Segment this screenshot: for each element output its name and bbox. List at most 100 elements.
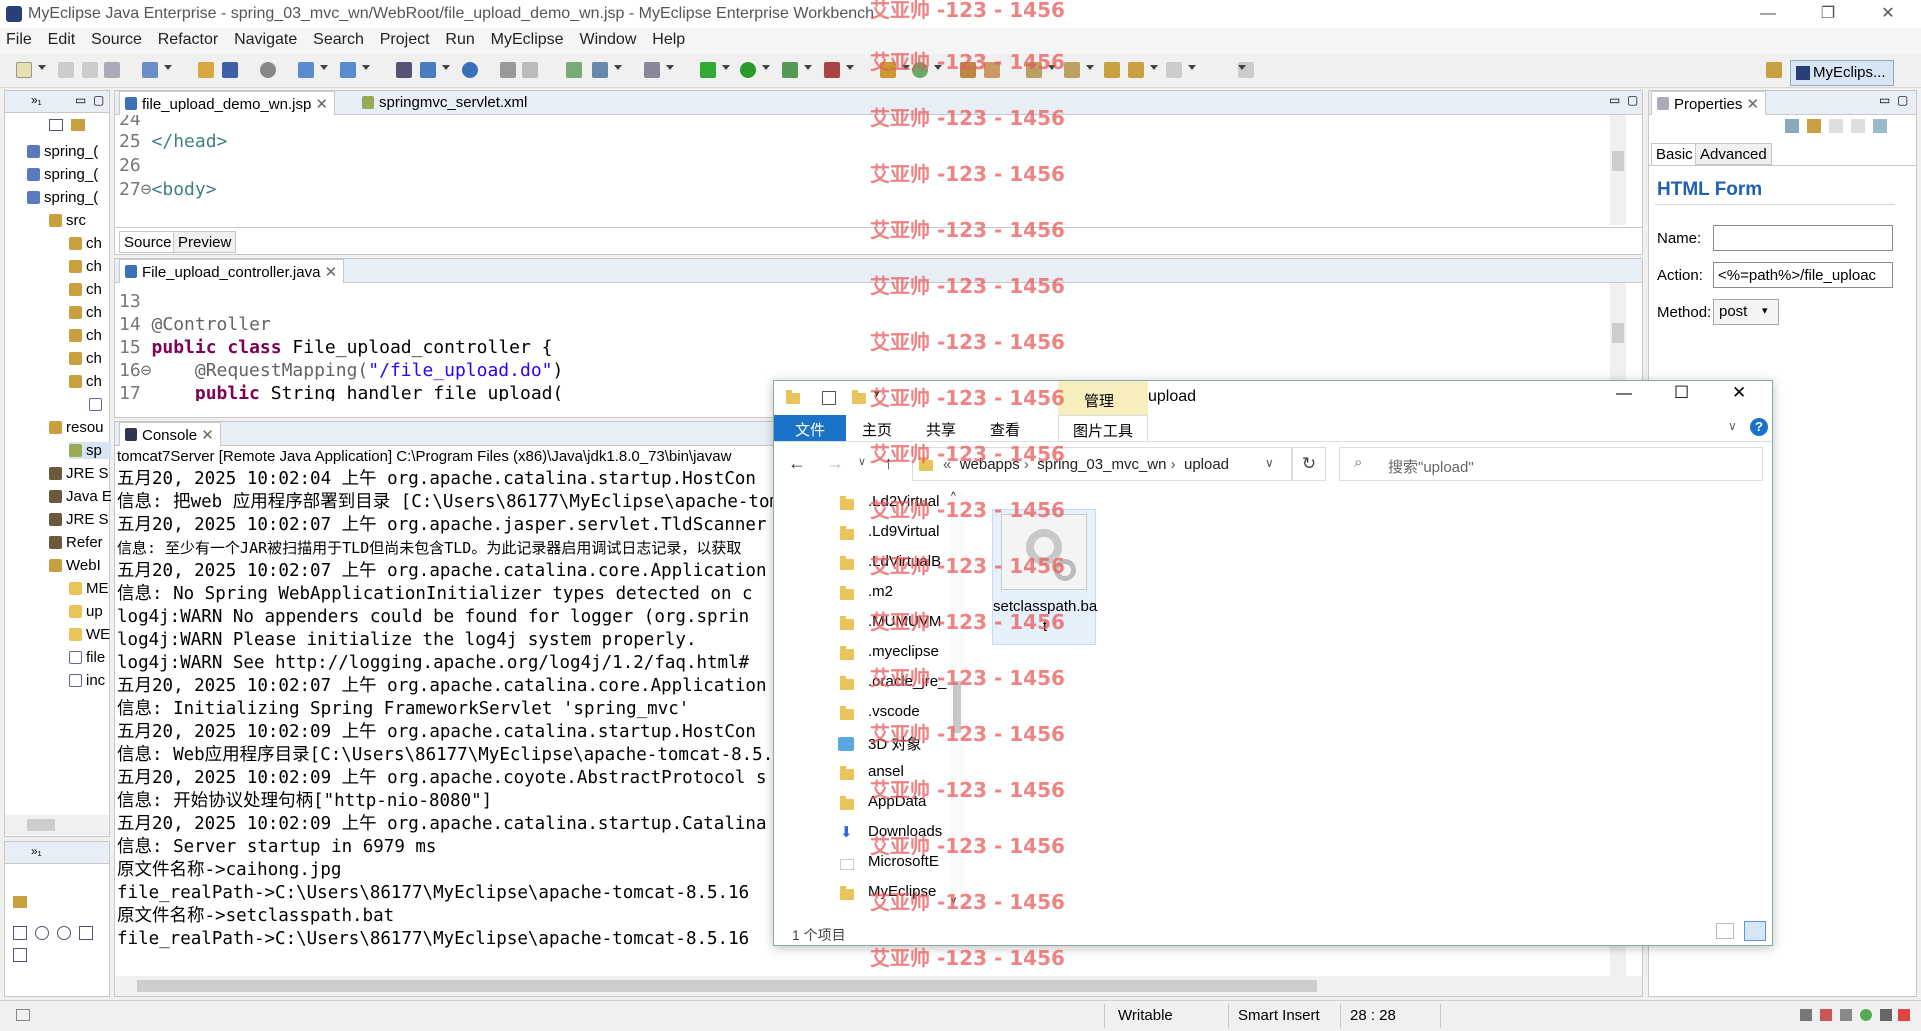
tab-properties[interactable]: Properties ✕ [1651,91,1767,115]
collapse-all-icon[interactable] [49,119,63,131]
tree-item[interactable]: up [69,603,111,620]
menu-window[interactable]: Window [573,28,642,52]
chevron-down-icon[interactable] [722,65,730,70]
help-icon[interactable]: ? [1750,418,1768,436]
back-icon[interactable] [1128,62,1144,78]
menu-run[interactable]: Run [439,28,480,52]
tree-item[interactable]: JRE S [49,465,111,482]
tree-item[interactable]: ch [69,304,111,321]
tree-item[interactable]: WE [69,626,111,643]
source-tab[interactable]: Source [119,231,177,253]
tree-item[interactable]: Java E [49,488,111,505]
large-icons-view-icon[interactable] [1744,921,1766,941]
coverage-icon[interactable] [782,62,798,78]
tray-icon[interactable] [1800,1009,1812,1021]
chevron-down-icon[interactable] [1086,65,1094,70]
tree-item[interactable]: spring_( [27,189,111,206]
tree-item[interactable]: src [49,212,111,229]
details-view-icon[interactable] [1716,923,1734,939]
chevron-down-icon[interactable] [1150,65,1158,70]
breadcrumb-upload[interactable]: upload [1184,456,1229,473]
jsp-code-area[interactable]: 24 25 </head> 26 27⊖<body> [119,115,1619,225]
open-perspective-button-icon[interactable] [1766,62,1782,78]
tree-item[interactable]: spring_( [27,143,111,160]
tab-basic[interactable]: Basic [1651,143,1698,165]
tray-icon[interactable] [1860,1009,1872,1021]
restore-button[interactable]: ❐ [1805,0,1851,28]
minimize-view-icon[interactable]: ▭ [1879,93,1890,107]
back-arrow-icon[interactable]: ← [788,453,806,474]
minimize-view-icon[interactable]: ▭ [75,93,86,107]
chevron-down-icon[interactable] [38,65,46,70]
search-box[interactable]: ⌕ 搜索"upload" [1339,447,1763,481]
chevron-down-icon[interactable] [666,65,674,70]
explorer-close-button[interactable]: ✕ [1732,383,1746,403]
tree-item[interactable]: spring_( [27,166,111,183]
close-tab-icon[interactable]: ✕ [315,96,328,113]
manage-icon[interactable] [420,62,436,78]
maximize-view-icon[interactable]: ▢ [93,93,104,107]
open-perspective-icon[interactable] [396,62,412,78]
link-editor-icon[interactable] [71,119,85,131]
tab-advanced[interactable]: Advanced [1695,143,1772,165]
layout-icon[interactable] [566,62,582,78]
nav-item[interactable]: .m2 [868,583,958,600]
edit-icon[interactable] [522,62,538,78]
wizard-icon[interactable] [298,62,314,78]
view-menu-icon[interactable]: »₁ [31,93,42,107]
tree-item[interactable]: ch [69,281,111,298]
sync-icon[interactable] [13,896,27,908]
browser-icon[interactable] [592,62,608,78]
run-icon[interactable] [740,62,756,78]
minimize-button[interactable]: — [1745,0,1791,28]
new-icon[interactable] [16,62,32,78]
prev-annotation-icon[interactable] [1064,62,1080,78]
tray-icon[interactable] [1880,1009,1892,1021]
categories-icon[interactable] [1785,119,1799,133]
view-menu-icon[interactable]: »₁ [31,844,42,858]
menu-refactor[interactable]: Refactor [152,28,224,52]
scroll-thumb[interactable] [1612,151,1624,171]
maximize-view-icon[interactable]: ▢ [1897,93,1908,107]
menu-edit[interactable]: Edit [42,28,82,52]
forward-arrow-icon[interactable]: → [826,453,844,474]
scroll-thumb[interactable] [1612,323,1624,343]
tree-item[interactable]: WebI [49,557,111,574]
ribbon-view-tab[interactable]: 查看 [990,419,1020,440]
jsp-vertical-scrollbar[interactable] [1610,115,1626,225]
print-icon[interactable] [104,62,120,78]
zoom-out-icon[interactable] [35,926,49,940]
ribbon-share-tab[interactable]: 共享 [926,419,956,440]
deploy-icon[interactable] [222,62,238,78]
tab-springmvc-servlet-xml[interactable]: springmvc_servlet.xml [357,91,533,115]
chevron-down-icon[interactable] [362,65,370,70]
tree-item[interactable]: sp [69,442,111,459]
menu-myeclipse[interactable]: MyEclipse [485,28,570,52]
menu-search[interactable]: Search [307,28,370,52]
open-type-icon[interactable] [142,62,158,78]
nav-item[interactable]: .Ld9Virtual [868,523,958,540]
nav-item[interactable]: .myeclipse [868,643,958,660]
chevron-down-icon[interactable] [762,65,770,70]
fast-view-icon[interactable] [16,1009,30,1021]
scroll-thumb[interactable] [27,819,55,831]
chevron-down-icon[interactable] [1188,65,1196,70]
chevron-down-icon[interactable] [164,65,172,70]
zoom-actual-icon[interactable] [79,926,93,940]
explorer-maximize-button[interactable]: ☐ [1674,383,1689,403]
save-all-icon[interactable] [82,62,98,78]
refresh-icon[interactable]: ↻ [1292,447,1326,481]
explorer-minimize-button[interactable]: — [1616,385,1632,403]
ribbon-home-tab[interactable]: 主页 [862,419,892,440]
recent-chevron-icon[interactable]: ∨ [858,455,866,468]
chevron-down-icon[interactable] [804,65,812,70]
menu-help[interactable]: Help [646,28,691,52]
close-tab-icon[interactable]: ✕ [1747,96,1760,113]
ribbon-file-tab[interactable]: 文件 [774,415,846,441]
ribbon-picture-tools-tab[interactable]: 图片工具 [1058,415,1148,441]
tree-item[interactable] [89,396,111,413]
terminal-icon[interactable] [644,62,660,78]
tray-icon[interactable] [1898,1009,1910,1021]
name-field[interactable] [1713,225,1893,251]
method-select[interactable]: post ▾ [1713,299,1779,325]
